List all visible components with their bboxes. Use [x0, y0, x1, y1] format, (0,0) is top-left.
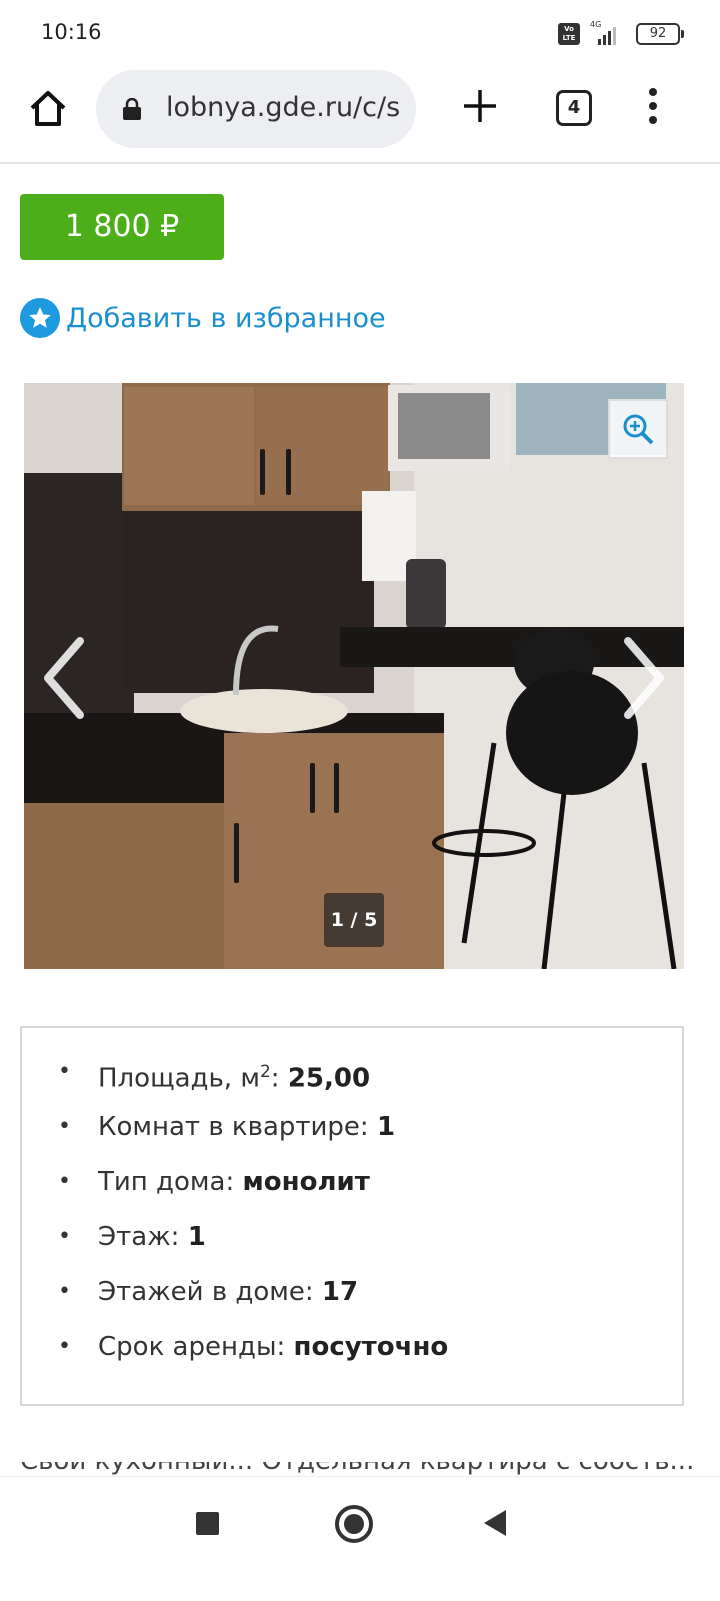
lock-icon: [122, 97, 142, 120]
star-icon: [20, 298, 60, 338]
photo-counter: 1 / 5: [324, 893, 384, 947]
back-icon[interactable]: [484, 1510, 506, 1536]
add-to-favorites-link[interactable]: Добавить в избранное: [20, 298, 386, 338]
next-photo-icon[interactable]: [612, 633, 672, 723]
property-floor: Этаж: 1: [22, 1215, 682, 1270]
home-nav-icon[interactable]: [335, 1505, 373, 1543]
status-icons: Vo LTE 4G 92: [558, 20, 684, 46]
recent-apps-icon[interactable]: [196, 1512, 219, 1535]
photo-gallery[interactable]: 1 / 5: [24, 383, 684, 969]
property-details: Площадь, м2: 25,00 Комнат в квартире: 1 …: [20, 1026, 684, 1406]
price-button[interactable]: 1 800 ₽: [20, 194, 224, 260]
property-rooms: Комнат в квартире: 1: [22, 1105, 682, 1160]
more-vert-icon[interactable]: [646, 88, 660, 128]
battery-icon: 92: [636, 23, 684, 45]
signal-icon: 4G: [590, 20, 626, 46]
property-area: Площадь, м2: 25,00: [22, 1050, 682, 1105]
zoom-in-icon[interactable]: [608, 399, 668, 459]
property-total-floors: Этажей в доме: 17: [22, 1270, 682, 1325]
browser-toolbar: lobnya.gde.ru/c/s 4: [0, 66, 720, 164]
kitchen-photo: [24, 383, 684, 969]
tabs-count-button[interactable]: 4: [556, 90, 592, 126]
url-bar[interactable]: lobnya.gde.ru/c/s: [96, 70, 416, 148]
url-text[interactable]: lobnya.gde.ru/c/s: [166, 92, 402, 123]
property-rental-term: Срок аренды: посуточно: [22, 1325, 682, 1380]
property-building-type: Тип дома: монолит: [22, 1160, 682, 1215]
new-tab-icon[interactable]: [460, 86, 500, 126]
system-nav-bar: [0, 1476, 720, 1601]
favorite-label[interactable]: Добавить в избранное: [66, 303, 386, 334]
description-text: Свой кухонный... Отдельная квартира с со…: [20, 1462, 700, 1476]
home-icon[interactable]: [26, 86, 70, 130]
status-bar: 10:16 Vo LTE 4G 92: [0, 0, 720, 66]
previous-photo-icon[interactable]: [36, 633, 96, 723]
status-time: 10:16: [41, 20, 102, 44]
volte-icon: Vo LTE: [558, 23, 580, 45]
